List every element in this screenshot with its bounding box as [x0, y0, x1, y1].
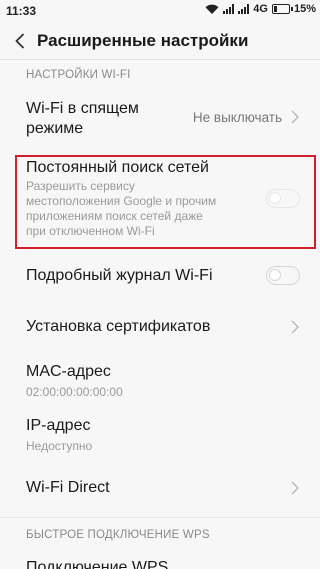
wifi-icon	[205, 4, 219, 14]
chevron-right-icon	[291, 110, 299, 124]
back-arrow-icon	[15, 33, 25, 49]
mac-address-title: MAC-адрес	[26, 363, 111, 380]
network-type: 4G	[253, 3, 268, 15]
section-divider	[0, 517, 320, 518]
status-time: 11:33	[6, 4, 37, 18]
mac-address-value: 02:00:00:00:00:00	[26, 385, 123, 399]
setting-wps-button[interactable]: Подключение WPS	[0, 552, 320, 569]
setting-wifi-sleep[interactable]: Wi-Fi в спящем режиме Не выключать	[0, 92, 320, 150]
setting-wifi-direct[interactable]: Wi-Fi Direct	[0, 468, 320, 508]
setting-wifi-log[interactable]: Подробный журнал Wi-Fi	[0, 258, 320, 294]
wps-button-title: Подключение WPS	[26, 559, 169, 569]
setting-mac-address: MAC-адрес 02:00:00:00:00:00	[0, 356, 320, 406]
setting-ip-address: IP-адрес Недоступно	[0, 410, 320, 460]
chevron-right-icon	[291, 320, 299, 334]
section-header-wps: БЫСТРОЕ ПОДКЛЮЧЕНИЕ WPS	[26, 529, 210, 541]
wifi-sleep-value: Не выключать	[192, 110, 282, 125]
back-button[interactable]	[8, 28, 32, 54]
setting-install-certs[interactable]: Установка сертификатов	[0, 307, 320, 347]
status-icons: 4G 15%	[205, 3, 316, 15]
wifi-sleep-title-line2: режиме	[26, 120, 84, 137]
toggle-knob	[269, 269, 281, 281]
title-bar: Расширенные настройки	[0, 22, 320, 60]
chevron-right-icon	[291, 481, 299, 495]
status-bar: 11:33 4G 15%	[0, 0, 320, 22]
battery-icon	[271, 4, 293, 14]
ip-address-value: Недоступно	[26, 439, 93, 453]
ip-address-title: IP-адрес	[26, 417, 91, 434]
page-title: Расширенные настройки	[37, 31, 249, 50]
signal-icon	[223, 4, 235, 14]
wifi-log-title: Подробный журнал Wi-Fi	[26, 267, 213, 284]
install-certs-title: Установка сертификатов	[26, 318, 211, 335]
highlight-annotation	[15, 155, 316, 249]
wifi-direct-title: Wi-Fi Direct	[26, 479, 110, 496]
section-header-wifi: НАСТРОЙКИ WI-FI	[26, 69, 131, 81]
signal-icon-2	[238, 4, 250, 14]
battery-percent: 15%	[293, 3, 316, 15]
wifi-log-toggle[interactable]	[266, 266, 300, 285]
wifi-sleep-title-line1: Wi-Fi в спящем	[26, 100, 139, 117]
